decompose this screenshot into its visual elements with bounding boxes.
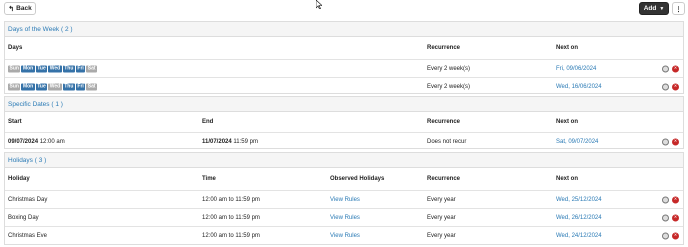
time-value: 12:00 am to 11:59 pm — [202, 232, 260, 239]
edit-icon[interactable] — [662, 196, 669, 203]
day-badge-sat: Sat — [86, 83, 98, 90]
dates-table-header: Start End Recurrence Next on — [5, 112, 683, 132]
days-section-title: Days of the Week ( 2 ) — [8, 26, 73, 33]
recurrence-value: Every year — [427, 196, 456, 203]
col-start: Start — [8, 119, 22, 125]
edit-icon[interactable] — [662, 138, 669, 145]
delete-icon[interactable]: × — [672, 196, 679, 203]
day-badge-thu: Thu — [62, 65, 75, 72]
col-end: End — [202, 119, 214, 125]
time-value: 12:00 am to 11:59 pm — [202, 196, 260, 203]
end-time: 11:59 pm — [231, 138, 258, 145]
dates-section-title: Specific Dates ( 1 ) — [8, 101, 63, 108]
next-on-link[interactable]: Wed, 16/06/2024 — [556, 84, 602, 90]
back-arrow-icon: ↰ — [8, 5, 15, 13]
next-on-link[interactable]: Sat, 09/07/2024 — [556, 139, 598, 145]
col-holiday: Holiday — [8, 176, 30, 182]
next-on-link[interactable]: Wed, 24/12/2024 — [556, 233, 602, 239]
day-badge-fri: Fri — [75, 83, 86, 90]
col-time: Time — [202, 176, 216, 182]
day-badge-fri: Fri — [75, 65, 86, 72]
holiday-name: Christmas Eve — [8, 232, 48, 239]
days-table-header: Days Recurrence Next on — [5, 37, 683, 59]
back-button[interactable]: ↰ Back — [4, 2, 36, 15]
day-badge-thu: Thu — [62, 83, 75, 90]
table-row: Sun Mon Tue Wed Thu Fri Sat Every 2 week(s) Fr… — [5, 59, 683, 77]
day-badge-mon: Mon — [21, 65, 35, 72]
holidays-section: Holidays ( 3 ) Holiday Time Observed Hol… — [4, 152, 684, 245]
day-badges: Sun Mon Tue Wed Thu Fri Sat — [8, 65, 98, 72]
table-row: Boxing Day 12:00 am to 11:59 pm View Rul… — [5, 208, 683, 226]
col-days: Days — [8, 45, 23, 51]
end-value: 11/07/2024 11:59 pm — [202, 139, 258, 145]
holidays-section-header: Holidays ( 3 ) — [5, 153, 683, 168]
next-on-link[interactable]: Wed, 26/12/2024 — [556, 215, 602, 221]
day-badge-wed: Wed — [48, 65, 62, 72]
days-section-header: Days of the Week ( 2 ) — [5, 22, 683, 37]
table-row: Christmas Eve 12:00 am to 11:59 pm View … — [5, 226, 683, 244]
col-recurrence: Recurrence — [427, 45, 461, 51]
table-row: 09/07/2024 12:00 am 11/07/2024 11:59 pm … — [5, 132, 683, 150]
recurrence-value: Every year — [427, 214, 456, 221]
start-time: 12:00 am — [38, 138, 65, 145]
add-label: Add — [643, 5, 657, 12]
next-on-link[interactable]: Fri, 09/06/2024 — [556, 66, 596, 72]
end-date: 11/07/2024 — [202, 138, 232, 145]
days-of-week-section: Days of the Week ( 2 ) Days Recurrence N… — [4, 21, 684, 94]
more-options-button[interactable]: ⋮ — [672, 2, 685, 15]
dates-section-header: Specific Dates ( 1 ) — [5, 97, 683, 112]
col-next-on: Next on — [556, 119, 579, 125]
edit-icon[interactable] — [662, 65, 669, 72]
holidays-table-header: Holiday Time Observed Holidays Recurrenc… — [5, 168, 683, 190]
col-recurrence: Recurrence — [427, 176, 461, 182]
col-next-on: Next on — [556, 45, 579, 51]
holiday-name: Christmas Day — [8, 196, 48, 203]
col-recurrence: Recurrence — [427, 119, 461, 125]
start-date: 09/07/2024 — [8, 138, 39, 145]
day-badge-tue: Tue — [35, 83, 48, 90]
holiday-name: Boxing Day — [8, 214, 39, 221]
edit-icon[interactable] — [662, 83, 669, 90]
back-label: Back — [16, 5, 32, 12]
caret-down-icon: ▼ — [659, 5, 665, 12]
day-badge-sun: Sun — [8, 65, 21, 72]
holidays-section-title: Holidays ( 3 ) — [8, 157, 47, 164]
col-observed-holidays: Observed Holidays — [330, 176, 385, 182]
view-rules-link[interactable]: View Rules — [330, 197, 360, 203]
next-on-link[interactable]: Wed, 25/12/2024 — [556, 197, 602, 203]
table-row: Sun Mon Tue Wed Thu Fri Sat Every 2 week(s) We… — [5, 77, 683, 95]
delete-icon[interactable]: × — [672, 232, 679, 239]
start-value: 09/07/2024 12:00 am — [8, 139, 65, 145]
delete-icon[interactable]: × — [672, 214, 679, 221]
specific-dates-section: Specific Dates ( 1 ) Start End Recurrenc… — [4, 96, 684, 149]
day-badge-wed: Wed — [48, 83, 62, 90]
recurrence-value: Every 2 week(s) — [427, 65, 471, 72]
view-rules-link[interactable]: View Rules — [330, 215, 360, 221]
view-rules-link[interactable]: View Rules — [330, 233, 360, 239]
recurrence-value: Every 2 week(s) — [427, 83, 471, 90]
table-row: Christmas Day 12:00 am to 11:59 pm View … — [5, 190, 683, 208]
delete-icon[interactable]: × — [672, 138, 679, 145]
time-value: 12:00 am to 11:59 pm — [202, 214, 260, 221]
recurrence-value: Does not recur — [427, 138, 467, 145]
toolbar: ↰ Back Add ▼ ⋮ — [0, 0, 688, 18]
more-icon: ⋮ — [675, 5, 682, 13]
edit-icon[interactable] — [662, 232, 669, 239]
edit-icon[interactable] — [662, 214, 669, 221]
day-badge-sat: Sat — [86, 65, 98, 72]
delete-icon[interactable]: × — [672, 65, 679, 72]
day-badge-sun: Sun — [8, 83, 21, 90]
recurrence-value: Every year — [427, 232, 456, 239]
day-badge-mon: Mon — [21, 83, 35, 90]
day-badges: Sun Mon Tue Wed Thu Fri Sat — [8, 83, 98, 90]
day-badge-tue: Tue — [35, 65, 48, 72]
col-next-on: Next on — [556, 176, 579, 182]
mouse-cursor-icon — [316, 0, 322, 9]
delete-icon[interactable]: × — [672, 83, 679, 90]
add-button[interactable]: Add ▼ — [639, 2, 669, 15]
